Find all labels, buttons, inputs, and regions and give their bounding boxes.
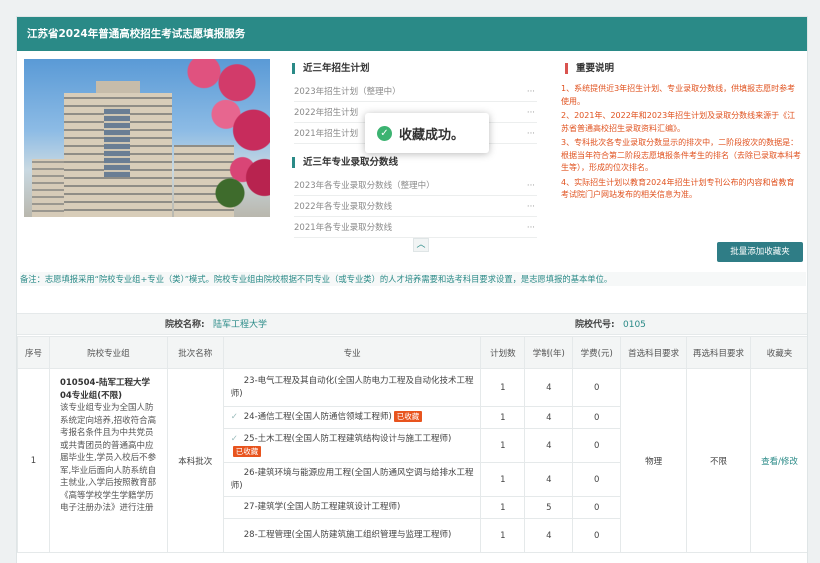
- collapse-bar: ︿: [17, 238, 807, 254]
- plan-item-2023[interactable]: 2023年招生计划（整理中） ···: [294, 83, 537, 102]
- col-index: 序号: [17, 336, 50, 369]
- table-header-row: 序号 院校专业组 批次名称 专业 计划数 学制(年) 学费(元) 首选科目要求 …: [17, 336, 807, 369]
- col-fee: 学费(元): [572, 336, 622, 369]
- favorited-badge: 已收藏: [232, 445, 262, 457]
- scores-section-title: 近三年专业录取分数线: [292, 157, 398, 168]
- top-section: 近三年招生计划 2023年招生计划（整理中） ··· 2022年招生计划 ··· 2…: [17, 51, 807, 256]
- major-cell: ✓ 25-土木工程(全国人防工程建筑结构设计与施工工程师)已收藏: [222, 428, 482, 463]
- checkbox[interactable]: [231, 529, 240, 542]
- major-cell: 27-建筑学(全国人防工程建筑设计工程师): [222, 496, 482, 519]
- check-icon[interactable]: ✓: [231, 411, 240, 424]
- group-index: 1: [17, 368, 50, 553]
- major-table: 序号 院校专业组 批次名称 专业 计划数 学制(年) 学费(元) 首选科目要求 …: [17, 336, 807, 553]
- view-edit-link[interactable]: 查看/修改: [750, 368, 807, 553]
- checkbox[interactable]: [231, 467, 240, 480]
- col-first-subject: 首选科目要求: [620, 336, 688, 369]
- school-code-label: 院校代号:: [575, 320, 615, 330]
- group-desc: 该专业组专业为全国人防系统定向培养,招收符合高考报名条件且为中共党员或共青团员的…: [59, 403, 157, 513]
- col-second-subject: 再选科目要求: [686, 336, 752, 369]
- success-toast: ✓ 收藏成功。: [365, 113, 489, 153]
- col-favorites: 收藏夹: [750, 336, 807, 369]
- more-icon[interactable]: ···: [527, 83, 535, 102]
- major-cell: 23-电气工程及其自动化(全国人防电力工程及自动化技术工程师): [222, 368, 482, 407]
- school-name-label: 院校名称:: [165, 320, 205, 330]
- chevron-up-icon[interactable]: ︿: [413, 238, 429, 252]
- favorited-badge: 已收藏: [393, 411, 423, 422]
- first-subject: 物理: [620, 368, 688, 553]
- note-item: 2、2021年、2022年和2023年招生计划及录取分数线来源于《江苏省普通高校…: [561, 111, 796, 133]
- score-item-2023[interactable]: 2023年各专业录取分数线（整理中） ···: [294, 177, 537, 196]
- campus-photo: [24, 59, 270, 217]
- school-code: 0105: [623, 320, 646, 330]
- more-icon[interactable]: ···: [527, 177, 535, 196]
- page-header: 江苏省2024年普通高校招生考试志愿填报服务: [17, 17, 807, 51]
- school-name: 陆军工程大学: [213, 320, 268, 330]
- table-row: 1 010504-陆军工程大学04专业组(不限) 该专业组专业为全国人防系统定向…: [17, 368, 807, 553]
- check-circle-icon: ✓: [377, 125, 392, 141]
- checkbox[interactable]: [231, 501, 240, 514]
- more-icon[interactable]: ···: [527, 198, 535, 217]
- col-group: 院校专业组: [48, 336, 168, 369]
- plan-section-title: 近三年招生计划: [292, 63, 370, 74]
- col-batch: 批次名称: [166, 336, 224, 369]
- check-icon[interactable]: ✓: [231, 433, 240, 446]
- page: 江苏省2024年普通高校招生考试志愿填报服务 近三年招生计划 2023年招生计划…: [16, 16, 808, 563]
- school-info-bar: 院校名称: 陆军工程大学 院校代号: 0105: [17, 313, 807, 335]
- notes-list: 1、系统提供近3年招生计划、专业录取分数线，供填报志愿时参考使用。 2、2021…: [561, 83, 801, 204]
- major-cell: 26-建筑环境与能源应用工程(全国人防通风空调与给排水工程师): [222, 462, 482, 497]
- more-icon[interactable]: ···: [527, 104, 535, 123]
- remark-text: 备注：志愿填报采用“院校专业组+专业（类）”模式。院校专业组由院校根据不同专业（…: [20, 272, 806, 286]
- col-major: 专业: [222, 336, 482, 369]
- major-cell: 28-工程管理(全国人防建筑施工组织管理与监理工程师): [222, 518, 482, 553]
- group-name: 010504-陆军工程大学04专业组(不限): [59, 378, 150, 401]
- second-subject: 不限: [686, 368, 752, 553]
- batch-add-favorites-button[interactable]: 批量添加收藏夹: [717, 242, 803, 262]
- major-cell: ✓ 24-通信工程(全国人防通信领域工程师) 已收藏: [222, 406, 482, 429]
- col-plan: 计划数: [480, 336, 526, 369]
- toast-message: 收藏成功。: [399, 127, 465, 143]
- note-item: 4、实际招生计划以教育2024年招生计划专刊公布的内容和省教育考试院门户网站发布…: [561, 177, 795, 200]
- more-icon[interactable]: ···: [527, 219, 535, 238]
- score-item-2022[interactable]: 2022年各专业录取分数线 ···: [294, 198, 537, 217]
- page-title: 江苏省2024年普通高校招生考试志愿填报服务: [27, 28, 246, 40]
- group-batch: 本科批次: [166, 368, 224, 553]
- score-item-2021[interactable]: 2021年各专业录取分数线 ···: [294, 219, 537, 238]
- notes-title: 重要说明: [565, 63, 614, 74]
- note-item: 3、专科批次各专业录取分数显示的排次中，二阶段按次的数据是：根据当年符合第二阶段…: [561, 138, 801, 172]
- checkbox[interactable]: [231, 375, 240, 388]
- group-cell: 010504-陆军工程大学04专业组(不限) 该专业组专业为全国人防系统定向培养…: [48, 368, 168, 553]
- note-item: 1、系统提供近3年招生计划、专业录取分数线，供填报志愿时参考使用。: [561, 84, 796, 106]
- more-icon[interactable]: ···: [527, 125, 535, 144]
- col-years: 学制(年): [524, 336, 574, 369]
